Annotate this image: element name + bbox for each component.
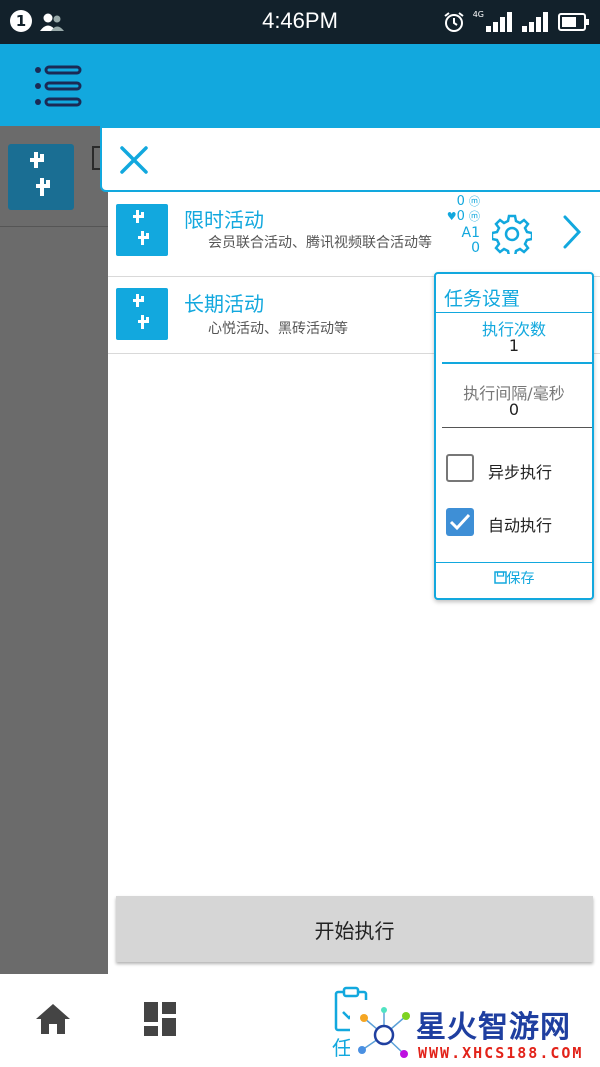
signal-icon — [486, 12, 512, 32]
status-bar: 1 4:46PM 4G — [0, 0, 600, 44]
checkmark-icon — [449, 513, 471, 531]
app-logo-icon — [30, 152, 50, 196]
task-settings-popup: 任务设置 执行次数 1 执行间隔/毫秒 0 异步执行 自动执行 保存 — [434, 272, 594, 600]
menu-list-icon[interactable] — [34, 65, 82, 107]
watermark-title: 星火智游网 — [416, 1010, 571, 1045]
exec-count-underline — [442, 362, 592, 364]
activity-description: 心悦活动、黑砖活动等 — [208, 321, 348, 337]
gear-icon[interactable] — [492, 214, 532, 254]
app-bar — [0, 44, 600, 126]
interval-underline — [442, 427, 592, 428]
divider — [0, 226, 108, 227]
diamond-icon: ♥ — [446, 210, 457, 223]
save-button[interactable]: 保存 — [436, 568, 592, 588]
count-value: 0 — [471, 240, 480, 256]
home-icon[interactable] — [34, 1002, 72, 1036]
app-logo-icon — [133, 210, 149, 245]
watermark-url: WWW.XHCS188.COM — [418, 1044, 584, 1062]
dashboard-icon[interactable] — [144, 1002, 176, 1036]
async-checkbox[interactable] — [446, 454, 474, 482]
divider — [436, 312, 592, 313]
activity-icon — [116, 204, 168, 256]
exec-count-field[interactable]: 1 — [436, 336, 592, 355]
activity-description: 会员联合活动、腾讯视频联合活动等 — [208, 235, 432, 251]
account-label: A1 — [461, 225, 480, 241]
diamond-stat: ♥0 ⓜ — [446, 209, 480, 224]
close-icon[interactable] — [118, 144, 150, 176]
status-icons: 4G — [443, 10, 590, 34]
start-button[interactable]: 开始执行 — [116, 896, 593, 962]
network-label: 4G — [472, 10, 484, 19]
activity-stats: 0 ⓜ ♥0 ⓜ A1 0 — [430, 194, 480, 256]
network-logo-icon — [358, 1007, 410, 1058]
save-label: 保存 — [506, 571, 535, 587]
interval-field[interactable]: 0 — [436, 400, 592, 419]
coin-icon: ⓜ — [469, 210, 480, 223]
auto-checkbox[interactable] — [446, 508, 474, 536]
async-label: 异步执行 — [488, 463, 553, 482]
alarm-icon — [444, 12, 464, 32]
battery-icon — [558, 13, 589, 31]
activity-icon — [116, 288, 168, 340]
activity-title: 长期活动 — [184, 292, 264, 316]
save-icon — [493, 571, 507, 584]
app-logo-icon — [133, 294, 149, 329]
nav-task-label[interactable]: 任 — [332, 1032, 352, 1061]
activity-title: 限时活动 — [184, 208, 264, 232]
background-item-icon — [8, 144, 74, 210]
background-overlay[interactable] — [0, 126, 108, 974]
divider — [436, 562, 592, 563]
signal-icon-2 — [522, 12, 548, 32]
list-item[interactable]: 限时活动 会员联合活动、腾讯视频联合活动等 0 ⓜ ♥0 ⓜ A1 0 — [108, 192, 600, 277]
chevron-right-icon[interactable] — [560, 214, 584, 250]
coin-stat: 0 ⓜ — [456, 194, 480, 209]
coin-icon: ⓜ — [469, 195, 480, 208]
auto-label: 自动执行 — [488, 516, 553, 535]
watermark: 星火智游网 WWW.XHCS188.COM — [350, 1000, 600, 1067]
search-bar — [100, 126, 600, 192]
popup-title: 任务设置 — [444, 288, 521, 310]
